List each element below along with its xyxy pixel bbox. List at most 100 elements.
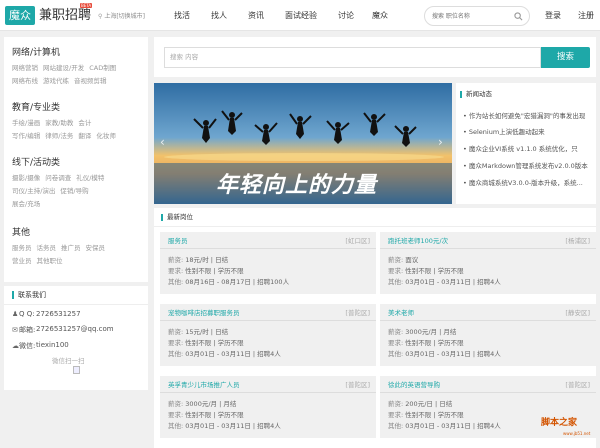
category-item[interactable]: 服务员 (12, 244, 32, 252)
job-title[interactable]: 英孚青少儿市场推广人员 (168, 379, 240, 389)
job-other: 08月16日 - 08月17日 | 招聘100人 (185, 278, 290, 286)
category-item[interactable]: CAD制图 (89, 64, 116, 72)
job-card[interactable]: 服务员 [虹口区] 薪资: 18元/时 | 日结 要求: 性别不限 | 学历不限… (160, 232, 376, 294)
news-item[interactable]: • 魔众Markdown管理系统发布v2.0.0版本 (463, 160, 595, 170)
job-require: 性别不限 | 学历不限 (405, 339, 464, 347)
job-card[interactable]: 美术老师 [静安区] 薪资: 3000元/月 | 月结 要求: 性别不限 | 学… (380, 304, 596, 366)
category-item[interactable]: 推广员 (61, 244, 81, 252)
category-title: 教育/专业类 (12, 103, 61, 113)
banner-slogan: 年轻向上的力量 (216, 172, 378, 198)
category-item[interactable]: 网络布线 (12, 77, 38, 85)
job-title[interactable]: 宠物咖啡店招募职服务员 (168, 307, 240, 317)
category-other: 其他 服务员 话务员 推广员 安保员 营业员 其他职位 (12, 225, 110, 268)
main-search-button[interactable]: 搜索 (541, 47, 590, 68)
register-link[interactable]: 注册 (578, 10, 594, 21)
watermark-text: 脚本之家 (541, 418, 578, 428)
job-card[interactable]: 宠物咖啡店招募职服务员 [普陀区] 薪资: 15元/时 | 日结 要求: 性别不… (160, 304, 376, 366)
category-item[interactable]: 翻译 (78, 132, 91, 140)
news-item[interactable]: • Selenium上演低趣动起来 (463, 126, 595, 136)
qq-label: Q Q: (19, 310, 35, 318)
category-item[interactable]: 营业员 (12, 257, 32, 265)
category-item[interactable]: 司仪/主持/演出 (12, 187, 55, 195)
qr-label: 微信扫一扫 (52, 357, 85, 365)
category-item[interactable]: 礼仪/模特 (76, 174, 104, 182)
category-title: 其他 (12, 228, 31, 238)
contact-panel: 联系我们 ♟Q Q: 2726531257 ✉邮箱: 2726531257@qq… (4, 286, 148, 390)
latest-jobs-panel: 最新岗位 服务员 [虹口区] 薪资: 18元/时 | 日结 要求: 性别不限 |… (154, 208, 596, 448)
news-item[interactable]: • 作为站长如何避免"宏猎漏洞"的事发出现 (463, 110, 595, 120)
category-offline: 线下/活动类 摄影/摄像 问卷调查 礼仪/模特 司仪/主持/演出 促销/导购 展会/充… (12, 155, 109, 211)
city-switcher[interactable]: ⚲ 上海[切换城市] (98, 11, 145, 20)
job-area: [静安区] (565, 309, 590, 317)
job-other: 03月01日 - 03月11日 | 招聘4人 (405, 278, 501, 286)
category-item[interactable]: 会计 (78, 119, 91, 127)
job-title[interactable]: 徐此的英语营导购 (388, 379, 440, 389)
job-require: 性别不限 | 学历不限 (185, 267, 244, 275)
email-value[interactable]: 2726531257@qq.com (36, 325, 114, 333)
email-label: 邮箱: (19, 326, 36, 334)
job-card[interactable]: 徐此的英语营导购 [普陀区] 薪资: 200元/日 | 日结 要求: 性别不限 … (380, 376, 596, 438)
category-item[interactable]: 手绘/漫画 (12, 119, 40, 127)
city-label: 上海[切换城市] (104, 13, 146, 20)
job-salary: 200元/日 | 日结 (405, 400, 453, 408)
category-item[interactable]: 摄影/摄像 (12, 174, 40, 182)
search-icon[interactable] (514, 12, 523, 21)
contact-title: 联系我们 (12, 291, 46, 299)
header-search-input[interactable] (432, 10, 514, 23)
job-salary: 15元/时 | 日结 (185, 328, 229, 336)
nav-item-find-people[interactable]: 找人 (211, 10, 227, 21)
logo-text[interactable]: 兼职招聘 (39, 6, 91, 25)
category-sidebar: 网络/计算机 网络营销 网站建设/开发 CAD制图 网络布线 游戏代练 音视频剪辑 教育… (4, 37, 148, 282)
category-item[interactable]: 游戏代练 (43, 77, 69, 85)
nav-item-news[interactable]: 资讯 (248, 10, 264, 21)
category-item[interactable]: 安保员 (86, 244, 106, 252)
category-item[interactable]: 问卷调查 (45, 174, 71, 182)
category-item[interactable]: 网络营销 (12, 64, 38, 72)
nav-item-discuss[interactable]: 讨论 (338, 10, 354, 21)
main-search-input[interactable]: 搜索 内容 (164, 47, 541, 68)
job-card[interactable]: 跑托班老师100元/次 [杨浦区] 薪资: 面议 要求: 性别不限 | 学历不限… (380, 232, 596, 294)
job-area: [杨浦区] (565, 237, 590, 245)
location-pin-icon: ⚲ (98, 13, 103, 20)
divider (154, 226, 596, 227)
job-title[interactable]: 跑托班老师100元/次 (388, 235, 448, 245)
job-area: [普陀区] (565, 381, 590, 389)
qq-value: 2726531257 (36, 310, 81, 318)
hero-banner[interactable]: 年轻向上的力量 ‹ › (154, 83, 452, 204)
news-item[interactable]: • 魔众商城系统V3.0.0-版本升级，系统... (463, 177, 595, 187)
category-item[interactable]: 音视频剪辑 (74, 77, 107, 85)
banner-prev-arrow[interactable]: ‹ (160, 135, 165, 149)
mail-icon: ✉ (12, 326, 18, 334)
main-nav: 找活 找人 资讯 面试经验 讨论 魔众 (174, 10, 409, 21)
news-title: 新闻动态 (460, 91, 492, 98)
nav-item-find-work[interactable]: 找活 (174, 10, 190, 21)
job-salary: 3000元/月 | 月结 (405, 328, 457, 336)
category-item[interactable]: 展会/充场 (12, 200, 40, 208)
news-item[interactable]: • 魔众企业VI系统 v1.1.0 系统优化，只 (463, 143, 595, 153)
job-title[interactable]: 服务员 (168, 235, 188, 245)
category-title: 线下/活动类 (12, 158, 61, 168)
category-item[interactable]: 话务员 (37, 244, 57, 252)
job-require: 性别不限 | 学历不限 (405, 267, 464, 275)
category-item[interactable]: 促销/导购 (60, 187, 88, 195)
logo-badge[interactable]: 魔众 (5, 6, 35, 25)
job-card[interactable]: 英孚青少儿市场推广人员 [普陀区] 薪资: 3000元/月 | 月结 要求: 性… (160, 376, 376, 438)
job-require: 性别不限 | 学历不限 (405, 411, 464, 419)
login-link[interactable]: 登录 (545, 10, 561, 21)
category-item[interactable]: 其他职位 (37, 257, 63, 265)
job-other: 03月01日 - 03月11日 | 招聘4人 (405, 350, 501, 358)
wechat-value: tiexin100 (36, 341, 69, 349)
wechat-icon: ☁ (12, 342, 19, 350)
category-title: 网络/计算机 (12, 48, 61, 58)
banner-next-arrow[interactable]: › (438, 135, 443, 149)
category-item[interactable]: 家教/助教 (45, 119, 73, 127)
nav-item-mozhong[interactable]: 魔众 (372, 10, 388, 21)
category-item[interactable]: 化妆师 (96, 132, 116, 140)
job-require: 性别不限 | 学历不限 (185, 411, 244, 419)
category-item[interactable]: 写作/编辑 (12, 132, 40, 140)
job-require: 性别不限 | 学历不限 (185, 339, 244, 347)
category-item[interactable]: 网站建设/开发 (43, 64, 84, 72)
nav-item-interview[interactable]: 面试经验 (285, 10, 317, 21)
category-item[interactable]: 律师/法务 (45, 132, 73, 140)
job-title[interactable]: 美术老师 (388, 307, 414, 317)
